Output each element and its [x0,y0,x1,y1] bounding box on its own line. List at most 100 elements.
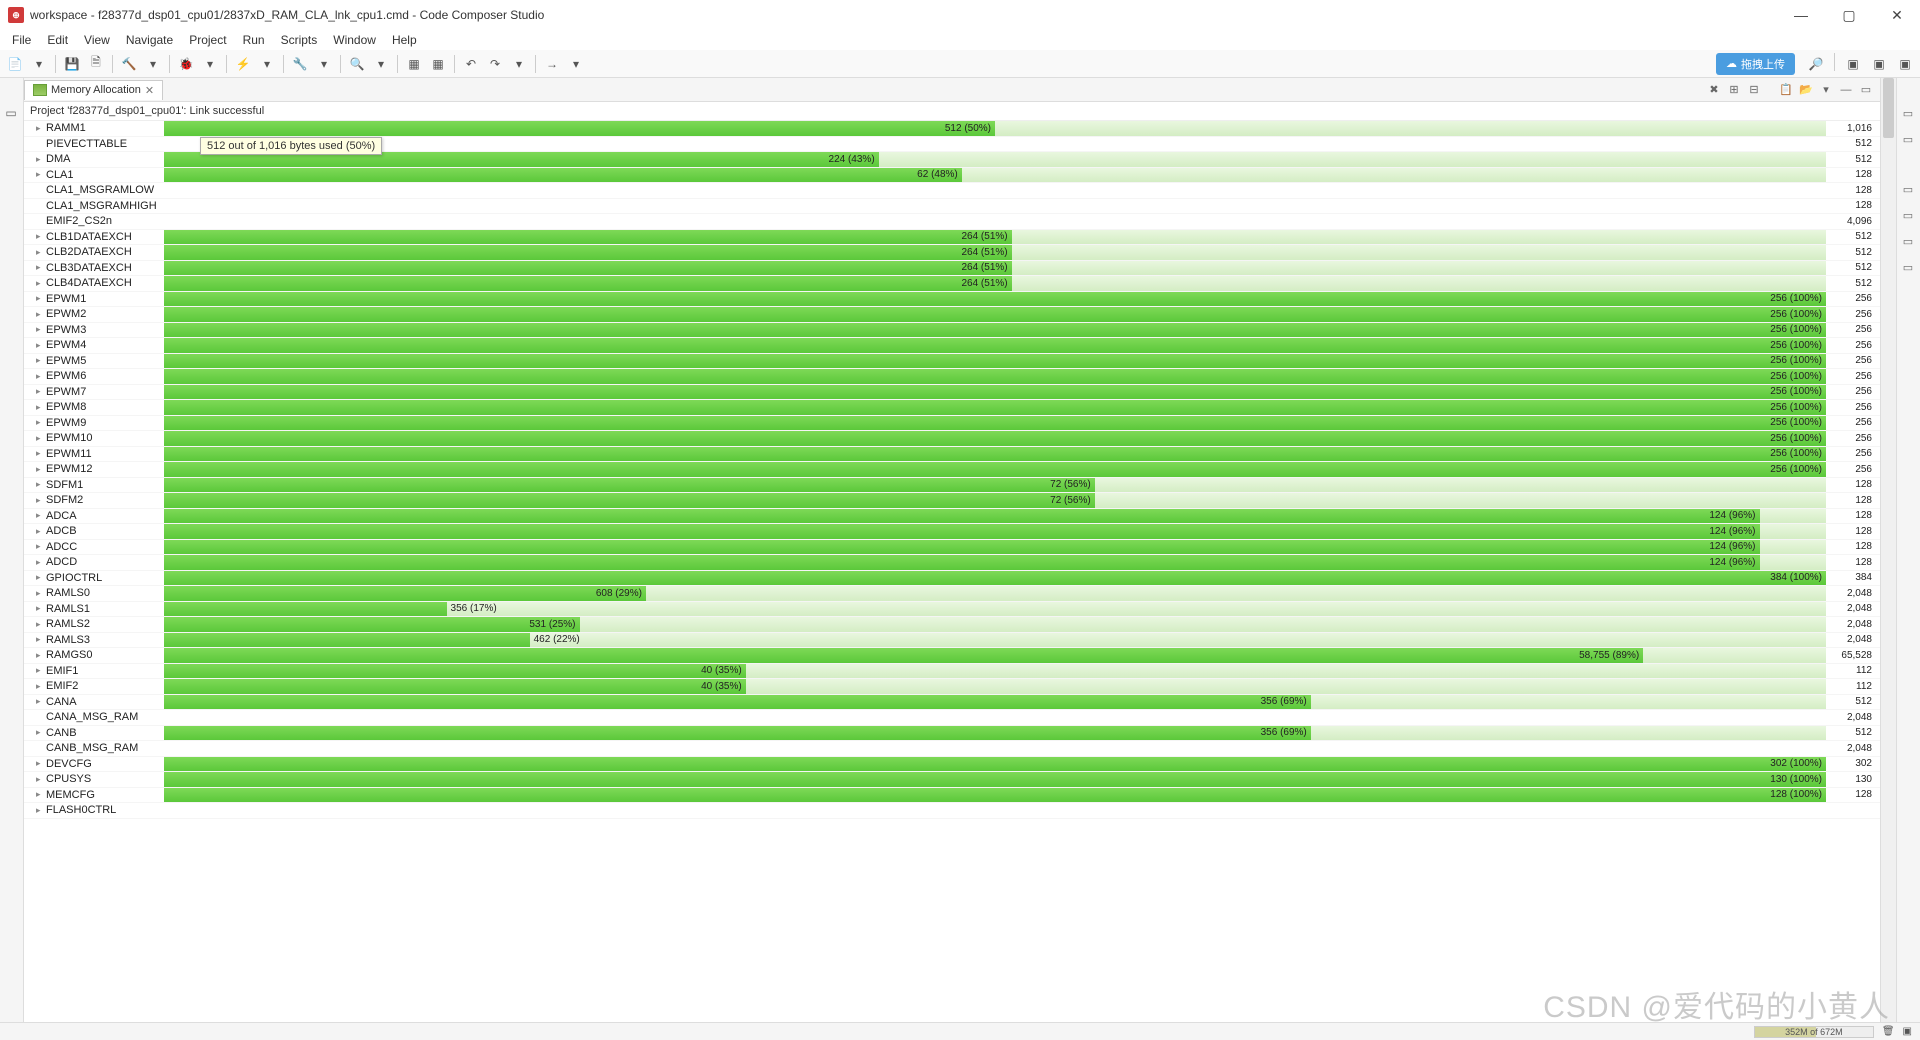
expand-arrow-icon[interactable]: ▸ [36,448,44,459]
memory-row[interactable]: ▸EPWM6256 (100%)256 [24,369,1880,385]
side-view2-icon[interactable]: ▭ [1897,178,1919,200]
expand-arrow-icon[interactable]: ▸ [36,650,44,661]
expand-arrow-icon[interactable]: ▸ [36,510,44,521]
expand-arrow-icon[interactable]: ▸ [36,758,44,769]
outline-icon[interactable]: ▭ [1897,102,1919,124]
memory-row[interactable]: ▸CLB1DATAEXCH264 (51%)512 [24,230,1880,246]
gc-icon[interactable]: 🗑 [1882,1026,1895,1037]
expand-arrow-icon[interactable]: ▸ [36,727,44,738]
memory-row[interactable]: ▸ADCB124 (96%)128 [24,524,1880,540]
memory-row[interactable]: ▸EPWM8256 (100%)256 [24,400,1880,416]
memory-row[interactable]: ▸CLB3DATAEXCH264 (51%)512 [24,261,1880,277]
memory-row[interactable]: ▸CPUSYS130 (100%)130 [24,772,1880,788]
dropdown-icon[interactable]: ▾ [565,53,587,75]
memory-row[interactable]: CLA1_MSGRAMHIGH128 [24,199,1880,215]
minimize-view-icon[interactable]: — [1838,82,1854,98]
expand-arrow-icon[interactable]: ▸ [36,495,44,506]
menu-file[interactable]: File [4,31,39,49]
quick-access-button[interactable]: 🔎 [1805,53,1827,75]
memory-row[interactable]: ▸RAMM1512 (50%)1,016 [24,121,1880,137]
expand-arrow-icon[interactable]: ▸ [36,557,44,568]
memory-row[interactable]: ▸EPWM3256 (100%)256 [24,323,1880,339]
grid2-button[interactable]: ▦ [427,53,449,75]
memory-row[interactable]: ▸EPWM7256 (100%)256 [24,385,1880,401]
memory-row[interactable]: ▸FLASH0CTRL [24,803,1880,819]
expand-all-icon[interactable]: ⊞ [1726,82,1742,98]
expand-arrow-icon[interactable]: ▸ [36,634,44,645]
memory-row[interactable]: ▸EMIF140 (35%)112 [24,664,1880,680]
memory-row[interactable]: ▸EPWM1256 (100%)256 [24,292,1880,308]
expand-arrow-icon[interactable]: ▸ [36,340,44,351]
heap-indicator[interactable]: 352M of 672M [1754,1026,1874,1038]
maximize-button[interactable]: ▢ [1834,7,1864,24]
tool-button[interactable]: 🔧 [289,53,311,75]
expand-arrow-icon[interactable]: ▸ [36,371,44,382]
expand-arrow-icon[interactable]: ▸ [36,572,44,583]
memory-row[interactable]: ▸CANA356 (69%)512 [24,695,1880,711]
dropdown-icon[interactable]: ▾ [199,53,221,75]
view-menu-icon[interactable]: ▾ [1818,82,1834,98]
expand-arrow-icon[interactable]: ▸ [36,123,44,134]
perspective-other-button[interactable]: ▣ [1894,53,1916,75]
expand-arrow-icon[interactable]: ▸ [36,247,44,258]
dropdown-icon[interactable]: ▾ [256,53,278,75]
expand-arrow-icon[interactable]: ▸ [36,588,44,599]
perspective-ccs-button[interactable]: ▣ [1842,53,1864,75]
memory-row[interactable]: ▸RAMLS2531 (25%)2,048 [24,617,1880,633]
expand-arrow-icon[interactable]: ▸ [36,355,44,366]
expand-arrow-icon[interactable]: ▸ [36,386,44,397]
expand-arrow-icon[interactable]: ▸ [36,262,44,273]
collapse-all-icon[interactable]: ⊟ [1746,82,1762,98]
memory-row[interactable]: ▸CLA162 (48%)128 [24,168,1880,184]
memory-row[interactable]: ▸EPWM5256 (100%)256 [24,354,1880,370]
expand-arrow-icon[interactable]: ▸ [36,402,44,413]
expand-arrow-icon[interactable]: ▸ [36,526,44,537]
expand-arrow-icon[interactable]: ▸ [36,696,44,707]
expand-arrow-icon[interactable]: ▸ [36,464,44,475]
debug-button[interactable]: 🐞 [175,53,197,75]
memory-row[interactable]: ▸CLB4DATAEXCH264 (51%)512 [24,276,1880,292]
menu-scripts[interactable]: Scripts [273,31,326,49]
expand-arrow-icon[interactable]: ▸ [36,169,44,180]
expand-arrow-icon[interactable]: ▸ [36,681,44,692]
expand-arrow-icon[interactable]: ▸ [36,324,44,335]
memory-row[interactable]: ▸EPWM12256 (100%)256 [24,462,1880,478]
status-icon[interactable]: ▣ [1903,1026,1912,1037]
memory-row[interactable]: ▸RAMGS058,755 (89%)65,528 [24,648,1880,664]
save-button[interactable]: 💾 [61,53,83,75]
restore-view-icon[interactable]: ▭ [0,102,22,124]
memory-row[interactable]: CANA_MSG_RAM2,048 [24,710,1880,726]
memory-row[interactable]: ▸MEMCFG128 (100%)128 [24,788,1880,804]
upload-button[interactable]: ☁ 拖拽上传 [1716,53,1795,75]
new-cfg-icon[interactable]: 📋 [1778,82,1794,98]
dropdown-icon[interactable]: ▾ [28,53,50,75]
perspective-debug-button[interactable]: ▣ [1868,53,1890,75]
memory-row[interactable]: ▸CANB356 (69%)512 [24,726,1880,742]
memory-row[interactable]: ▸GPIOCTRL384 (100%)384 [24,571,1880,587]
build-button[interactable]: 🔨 [118,53,140,75]
dropdown-icon[interactable]: ▾ [313,53,335,75]
arrow-button[interactable]: → [541,53,563,75]
expand-arrow-icon[interactable]: ▸ [36,278,44,289]
grid-button[interactable]: ▦ [403,53,425,75]
menu-edit[interactable]: Edit [39,31,76,49]
memory-row[interactable]: ▸DEVCFG302 (100%)302 [24,757,1880,773]
memory-row[interactable]: ▸RAMLS3462 (22%)2,048 [24,633,1880,649]
expand-arrow-icon[interactable]: ▸ [36,417,44,428]
expand-arrow-icon[interactable]: ▸ [36,541,44,552]
expand-arrow-icon[interactable]: ▸ [36,231,44,242]
memory-row[interactable]: ▸ADCD124 (96%)128 [24,555,1880,571]
expand-arrow-icon[interactable]: ▸ [36,665,44,676]
menu-help[interactable]: Help [384,31,425,49]
close-icon[interactable]: ✕ [145,84,154,97]
memory-table[interactable]: 512 out of 1,016 bytes used (50%) ▸RAMM1… [24,121,1880,1022]
side-view4-icon[interactable]: ▭ [1897,230,1919,252]
nav-back-button[interactable]: ↶ [460,53,482,75]
tab-memory-allocation[interactable]: Memory Allocation ✕ [24,80,163,100]
dropdown-icon[interactable]: ▾ [370,53,392,75]
menu-window[interactable]: Window [325,31,384,49]
expand-arrow-icon[interactable]: ▸ [36,154,44,165]
memory-row[interactable]: ▸EPWM2256 (100%)256 [24,307,1880,323]
expand-arrow-icon[interactable]: ▸ [36,774,44,785]
memory-row[interactable]: ▸EPWM9256 (100%)256 [24,416,1880,432]
